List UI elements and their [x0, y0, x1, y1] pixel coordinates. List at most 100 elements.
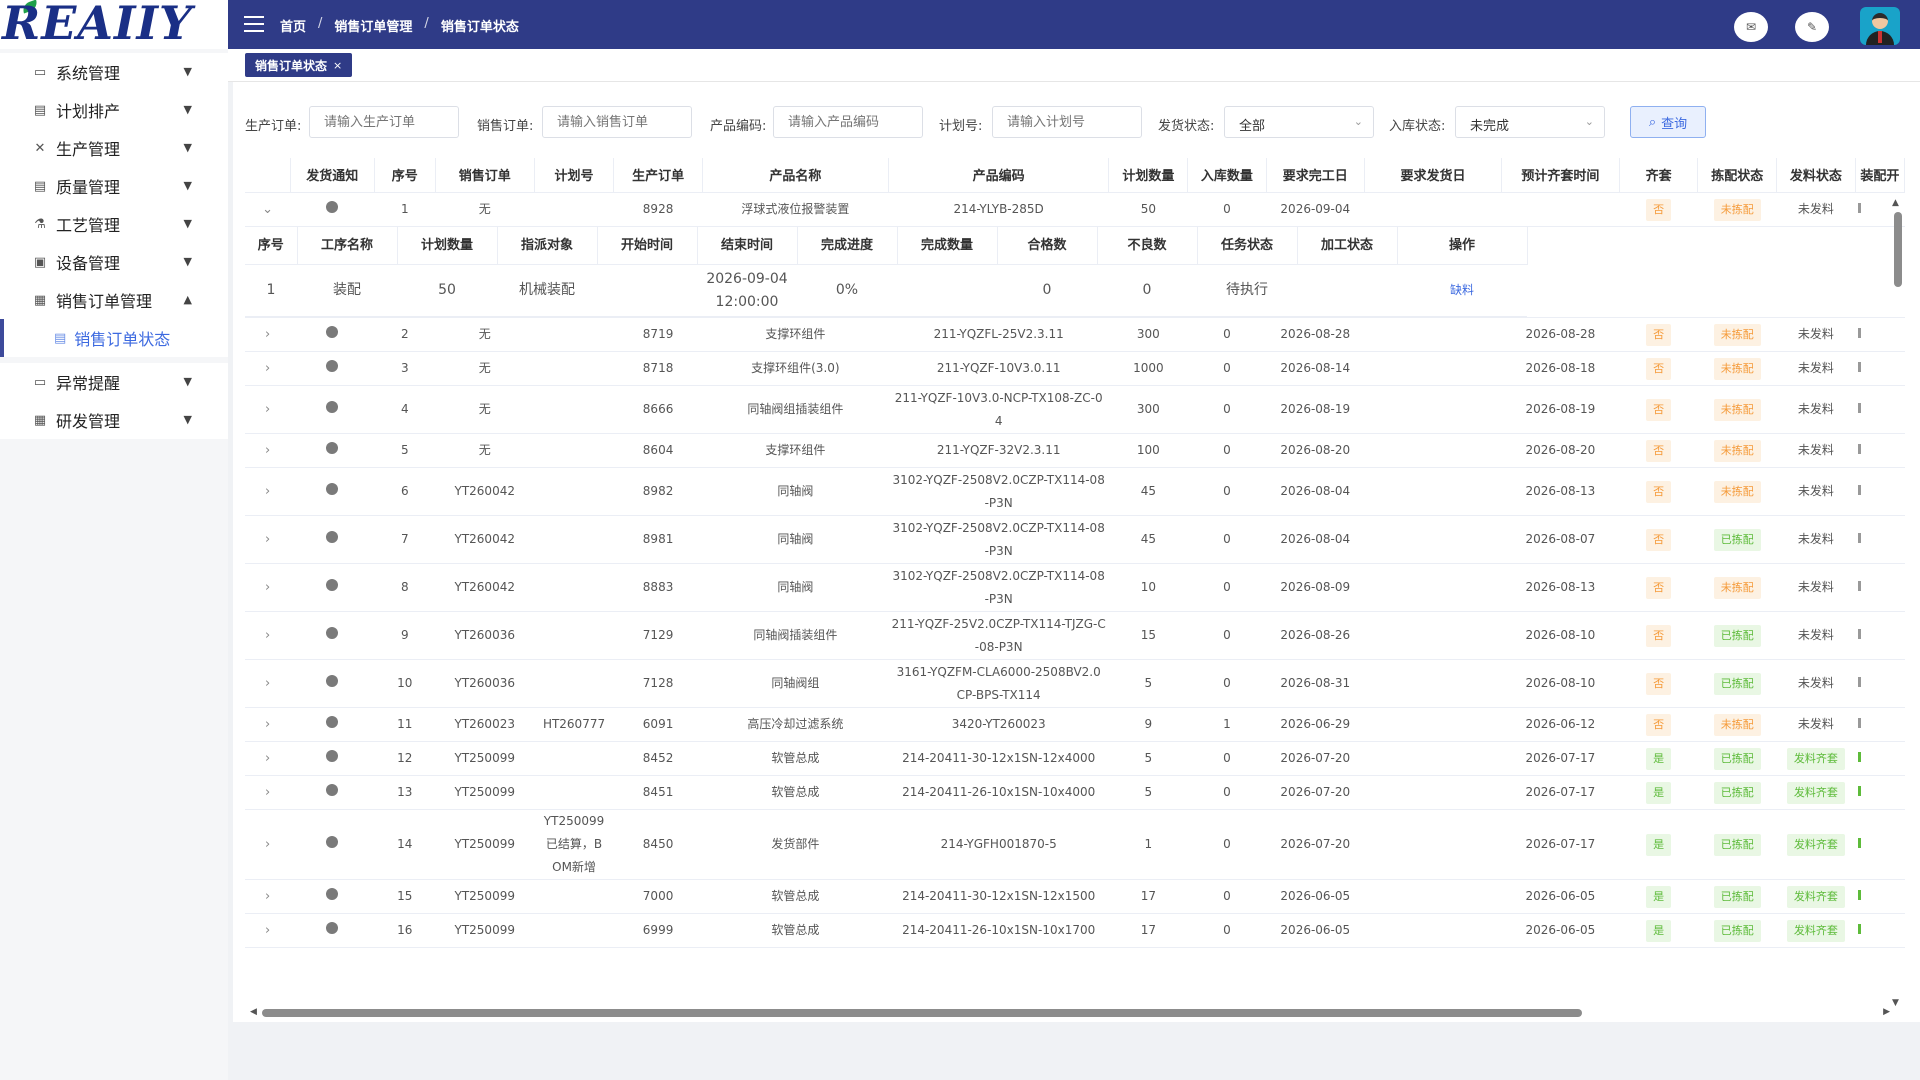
expand-cell[interactable]: › — [245, 515, 291, 564]
production-order-input[interactable] — [309, 106, 459, 138]
subtable-row[interactable]: 1 装配 50 机械装配 2026-09-04 12:00:00 0% 0 0 待执行 缺料 — [245, 264, 1527, 317]
sidebar-item[interactable]: ▭ 异常提醒 ▼ — [0, 363, 228, 401]
expand-cell[interactable]: › — [245, 659, 291, 708]
vertical-scroll-thumb[interactable] — [1894, 212, 1902, 287]
expand-cell[interactable]: › — [245, 741, 291, 776]
horizontal-scroll-thumb[interactable] — [262, 1009, 1582, 1017]
sidebar-item[interactable]: ▤ 质量管理 ▼ — [0, 167, 228, 205]
edit-icon[interactable]: ✎ — [1795, 12, 1829, 42]
chevron-right-icon[interactable]: › — [265, 785, 270, 800]
expand-cell[interactable]: › — [245, 351, 291, 386]
table-row[interactable]: › 11 YT260023 HT260777 6091 高压冷却过滤系统 3420-YT26… — [245, 707, 1905, 742]
sales-order-input[interactable] — [542, 106, 692, 138]
process-name-cell: 装配 — [297, 264, 397, 317]
chevron-right-icon[interactable]: › — [265, 676, 270, 691]
table-row[interactable]: › 2 无 8719 支撑环组件 211-YQZFL-25V2.3.11 300 0 2026-… — [245, 317, 1905, 352]
avatar[interactable] — [1860, 7, 1900, 45]
expand-cell[interactable]: ⌄ — [245, 192, 291, 227]
sales-order-cell: 无 — [435, 317, 535, 352]
breadcrumb-home[interactable]: 首页 — [280, 16, 306, 35]
table-row[interactable]: › 3 无 8718 支撑环组件(3.0) 211-YQZF-10V3.0.11 1000 0… — [245, 351, 1905, 386]
chevron-right-icon[interactable]: › — [265, 484, 270, 499]
pick-status-cell: 未拣配 — [1697, 433, 1777, 468]
expand-cell[interactable]: › — [245, 611, 291, 660]
sidebar-subitem-sales-order-status[interactable]: ▤ 销售订单状态 — [0, 319, 228, 357]
expand-cell[interactable]: › — [245, 563, 291, 612]
expand-cell[interactable]: › — [245, 467, 291, 516]
expand-cell[interactable]: › — [245, 913, 291, 948]
expand-cell[interactable]: › — [245, 317, 291, 352]
issue-status-cell: 发料齐套 — [1776, 879, 1856, 914]
chevron-right-icon[interactable]: › — [265, 327, 270, 342]
chevron-right-icon[interactable]: › — [265, 580, 270, 595]
chevron-right-icon[interactable]: › — [265, 889, 270, 904]
pick-status-badge: 已拣配 — [1713, 529, 1761, 551]
plan-no-input[interactable] — [992, 106, 1142, 138]
table-row[interactable]: › 15 YT250099 7000 软管总成 214-20411-30-12x1SN-1… — [245, 879, 1905, 914]
chevron-right-icon[interactable]: › — [265, 751, 270, 766]
sidebar-item[interactable]: ▣ 设备管理 ▼ — [0, 243, 228, 281]
expand-cell[interactable]: › — [245, 809, 291, 880]
chevron-right-icon[interactable]: › — [265, 361, 270, 376]
ship-status-select[interactable]: 全部 ⌄ — [1224, 106, 1374, 138]
scroll-down-icon[interactable]: ▼ — [1892, 998, 1899, 1008]
breadcrumb-sales-order-mgmt[interactable]: 销售订单管理 — [334, 16, 412, 35]
ship-notice-cell — [290, 433, 375, 468]
table-row[interactable]: › 9 YT260036 7129 同轴阀插装组件 211-YQZF-25V2.0CZP-… — [245, 611, 1905, 660]
stock-status-select[interactable]: 未完成 ⌄ — [1455, 106, 1605, 138]
vertical-scrollbar[interactable]: ▲ ▼ — [1891, 198, 1903, 1008]
expand-cell[interactable]: › — [245, 433, 291, 468]
expand-cell[interactable]: › — [245, 775, 291, 810]
horizontal-scrollbar[interactable]: ◀ ▶ — [250, 1007, 1890, 1018]
chevron-right-icon[interactable]: › — [265, 923, 270, 938]
expand-cell[interactable]: › — [245, 879, 291, 914]
sidebar-item[interactable]: ▦ 销售订单管理 ▲ — [0, 281, 228, 319]
issue-status-cell: 发料齐套 — [1776, 809, 1856, 880]
sidebar-item[interactable]: ▦ 研发管理 ▼ — [0, 401, 228, 439]
table-row[interactable]: › 14 YT250099 YT250099 已结算，B OM新增 8450 发货部件 214-… — [245, 809, 1905, 880]
chevron-down-icon[interactable]: ⌄ — [262, 202, 273, 217]
ship-notice-cell — [290, 467, 375, 516]
product-code-cell: 214-YGFH001870-5 — [888, 809, 1109, 880]
tab-label: 销售订单状态 — [255, 58, 328, 73]
sidebar-item[interactable]: ⚗ 工艺管理 ▼ — [0, 205, 228, 243]
table-row[interactable]: › 4 无 8666 同轴阀组插装组件 211-YQZF-10V3.0-NCP-TX108… — [245, 385, 1905, 434]
kit-badge: 是 — [1646, 834, 1672, 856]
action-cell[interactable]: 缺料 — [1397, 264, 1527, 317]
hamburger-menu-icon[interactable] — [244, 16, 264, 32]
tab-close-icon[interactable]: × — [333, 59, 342, 72]
shortage-link[interactable]: 缺料 — [1450, 283, 1474, 297]
issue-status-badge: 未发料 — [1797, 676, 1834, 690]
sidebar-item[interactable]: ▤ 计划排产 ▼ — [0, 91, 228, 129]
expand-cell[interactable]: › — [245, 707, 291, 742]
message-icon[interactable]: ✉ — [1734, 12, 1768, 42]
issue-status-cell: 发料齐套 — [1776, 913, 1856, 948]
table-row[interactable]: › 13 YT250099 8451 软管总成 214-20411-26-10x1SN-1… — [245, 775, 1905, 810]
product-code-input[interactable] — [773, 106, 923, 138]
table-row[interactable]: › 5 无 8604 支撑环组件 211-YQZF-32V2.3.11 100 0 2026-0… — [245, 433, 1905, 468]
sidebar-item[interactable]: ✕ 生产管理 ▼ — [0, 129, 228, 167]
table-row[interactable]: › 16 YT250099 6999 软管总成 214-20411-26-10x1SN-1… — [245, 913, 1905, 948]
pick-status-badge: 未拣配 — [1713, 324, 1761, 346]
tab-sales-order-status[interactable]: 销售订单状态 × — [245, 53, 353, 77]
chevron-right-icon[interactable]: › — [265, 443, 270, 458]
table-row[interactable]: ⌄ 1 无 8928 浮球式液位报警装置 214-YLYB-285D 50 0 2026-09-… — [245, 192, 1905, 227]
chevron-right-icon[interactable]: › — [265, 402, 270, 417]
scroll-right-icon[interactable]: ▶ — [1883, 1007, 1890, 1017]
table-row[interactable]: › 7 YT260042 8981 同轴阀 3102-YQZF-2508V2.0CZP-T… — [245, 515, 1905, 564]
table-row[interactable]: › 8 YT260042 8883 同轴阀 3102-YQZF-2508V2.0CZP-T… — [245, 563, 1905, 612]
table-row[interactable]: › 12 YT250099 8452 软管总成 214-20411-30-12x1SN-1… — [245, 741, 1905, 776]
expand-cell[interactable]: › — [245, 385, 291, 434]
issue-status-badge: 未发料 — [1797, 443, 1834, 457]
table-row[interactable]: › 6 YT260042 8982 同轴阀 3102-YQZF-2508V2.0CZP-T… — [245, 467, 1905, 516]
sidebar-item[interactable]: ▭ 系统管理 ▼ — [0, 53, 228, 91]
chevron-right-icon[interactable]: › — [265, 532, 270, 547]
chevron-right-icon[interactable]: › — [265, 717, 270, 732]
search-button[interactable]: ⌕ 查询 — [1630, 106, 1706, 138]
chevron-right-icon[interactable]: › — [265, 837, 270, 852]
chevron-right-icon[interactable]: › — [265, 628, 270, 643]
subtable-column-header: 完成数量 — [897, 226, 998, 265]
scroll-left-icon[interactable]: ◀ — [250, 1007, 257, 1017]
table-row[interactable]: › 10 YT260036 7128 同轴阀组 3161-YQZFM-CLA6000-25… — [245, 659, 1905, 708]
scroll-up-icon[interactable]: ▲ — [1892, 198, 1899, 208]
